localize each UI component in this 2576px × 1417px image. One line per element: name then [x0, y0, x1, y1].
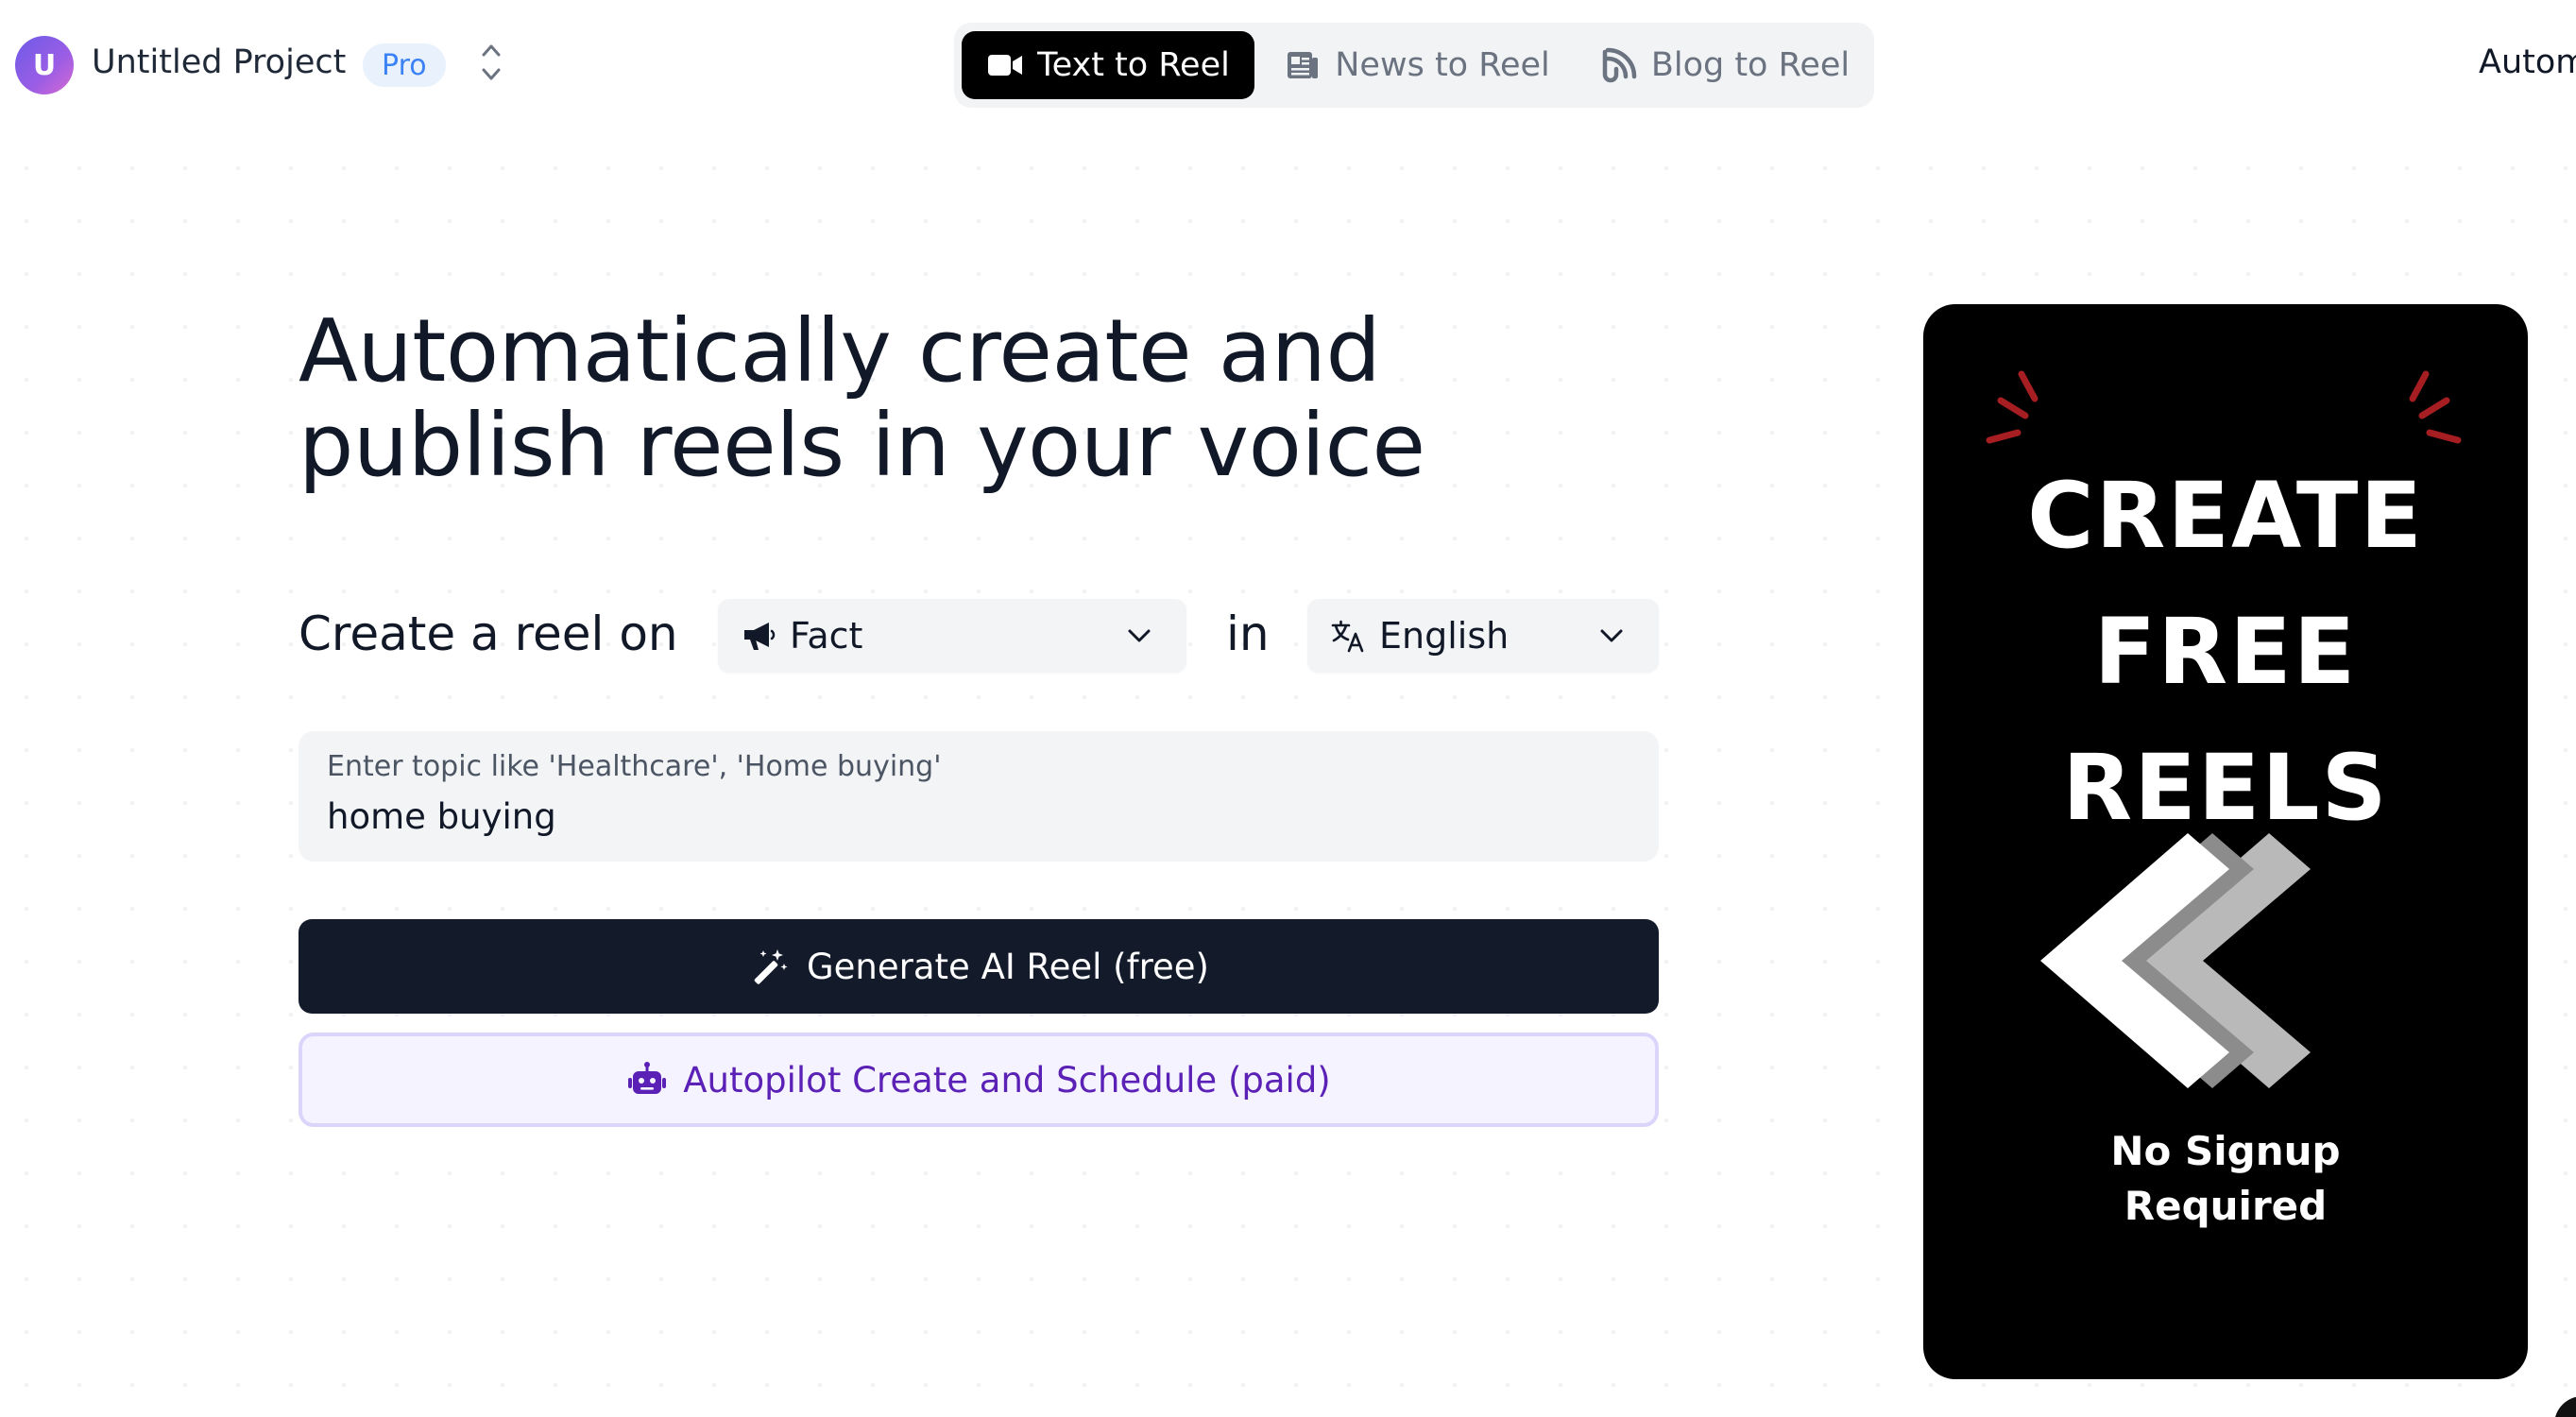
newspaper-icon	[1284, 48, 1322, 82]
reel-row-label: Create a reel on	[299, 606, 678, 661]
in-label: in	[1226, 606, 1270, 661]
topic-field-label: Enter topic like 'Healthcare', 'Home buy…	[327, 750, 942, 783]
robot-icon	[626, 1059, 668, 1101]
preview-headline-line: FREE	[2093, 599, 2358, 705]
megaphone-icon	[739, 616, 778, 656]
video-camera-icon	[986, 48, 1024, 82]
autopilot-schedule-button[interactable]: Autopilot Create and Schedule (paid)	[299, 1033, 1659, 1127]
preview-subline: No Signup	[2110, 1128, 2341, 1174]
translate-icon	[1328, 616, 1368, 656]
topic-input[interactable]	[327, 790, 1630, 843]
chevron-down-icon	[1120, 617, 1158, 655]
tab-label: News to Reel	[1335, 46, 1550, 84]
preview-headline-line: CREATE	[2027, 463, 2424, 569]
tab-news-to-reel[interactable]: News to Reel	[1275, 31, 1559, 99]
reel-type-value: Fact	[790, 615, 863, 657]
language-select[interactable]: English	[1307, 599, 1659, 673]
preview-subline: Required	[2124, 1183, 2328, 1229]
reel-preview-card: CREATE FREE REELS No Signup Required	[1923, 304, 2528, 1379]
autopilot-nav-link[interactable]: Autom	[2479, 43, 2576, 81]
topic-field: Enter topic like 'Healthcare', 'Home buy…	[299, 731, 1659, 862]
generate-reel-button[interactable]: Generate AI Reel (free)	[299, 919, 1659, 1014]
avatar[interactable]: U	[15, 36, 74, 94]
title-line: publish reels in your voice	[299, 395, 1425, 496]
language-value: English	[1379, 615, 1510, 657]
page-title: Automatically create and publish reels i…	[299, 304, 1527, 493]
chevron-up-down-icon	[480, 42, 503, 87]
project-switcher-button[interactable]	[470, 40, 512, 89]
project-name[interactable]: Untitled Project	[92, 43, 346, 81]
autopilot-schedule-label: Autopilot Create and Schedule (paid)	[683, 1059, 1331, 1101]
preview-headline-line: REELS	[2062, 735, 2389, 841]
tab-label: Text to Reel	[1037, 46, 1230, 84]
generate-reel-label: Generate AI Reel (free)	[807, 946, 1209, 987]
chevron-down-icon	[1593, 617, 1630, 655]
tab-blog-to-reel[interactable]: Blog to Reel	[1583, 31, 1867, 99]
top-bar: U Untitled Project Pro Text to Reel News…	[0, 0, 2576, 132]
rss-feed-icon	[1600, 47, 1638, 83]
mode-tabs: Text to Reel News to Reel Blog to Reel	[954, 23, 1874, 108]
tab-label: Blog to Reel	[1650, 46, 1851, 84]
magic-wand-icon	[748, 946, 790, 987]
plan-badge: Pro	[363, 43, 446, 87]
spark-lines-icon	[1986, 370, 2039, 444]
spark-lines-icon	[2409, 370, 2462, 444]
title-line: Automatically create and	[299, 300, 1381, 401]
chevrons-left-icon	[2040, 833, 2311, 1088]
reel-type-select[interactable]: Fact	[718, 599, 1186, 673]
tab-text-to-reel[interactable]: Text to Reel	[962, 31, 1254, 99]
